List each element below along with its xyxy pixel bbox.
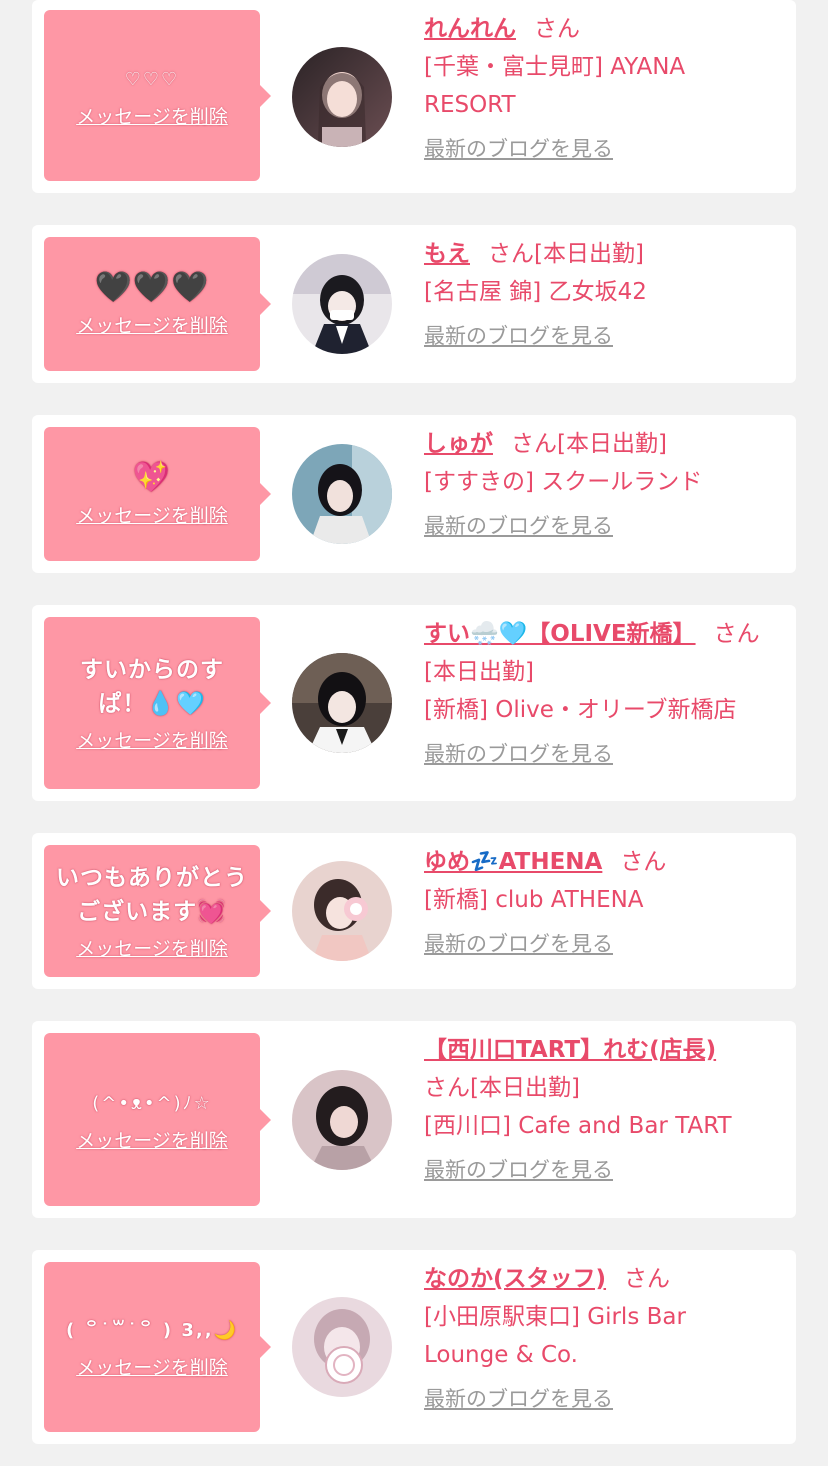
avatar[interactable]: [292, 46, 392, 147]
avatar[interactable]: [292, 1297, 392, 1397]
delete-message-link[interactable]: メッセージを削除: [76, 1356, 228, 1380]
cast-name-link[interactable]: もえ: [424, 241, 470, 267]
message-bubble: いつもありがとうございます💓 メッセージを削除: [44, 845, 271, 977]
cast-name-link[interactable]: すい🌨️🩵【OLIVE新橋】: [424, 621, 696, 647]
cast-name-link[interactable]: 【西川口TART】れむ(店長): [424, 1037, 716, 1063]
cast-name-link[interactable]: しゅが: [424, 431, 493, 457]
message-text: 🖤🖤🖤: [94, 270, 210, 305]
honorific: さん: [511, 431, 557, 457]
delete-message-link[interactable]: メッセージを削除: [76, 937, 228, 961]
avatar[interactable]: [292, 653, 392, 753]
message-card: 💖 メッセージを削除 しゅが さん[本日出勤] [すすきの] スクールランド 最新…: [32, 415, 796, 573]
shop-label: [西川口] Cafe and Bar TART: [424, 1113, 732, 1139]
shop-label: [新橋] club ATHENA: [424, 887, 644, 913]
avatar[interactable]: [292, 254, 392, 354]
honorific: さん: [620, 849, 667, 875]
cast-info: なのか(スタッフ) さん [小田原駅東口] Girls Bar Lounge & …: [424, 1260, 776, 1418]
honorific: さん: [488, 241, 534, 267]
message-card: ♡♡♡ メッセージを削除 れんれん さん [千葉・富士見町] AYANA RESO…: [32, 0, 796, 193]
delete-message-link[interactable]: メッセージを削除: [76, 504, 228, 528]
avatar[interactable]: [292, 444, 392, 544]
honorific: さん: [624, 1266, 671, 1292]
latest-blog-link[interactable]: 最新のブログを見る: [424, 925, 613, 963]
delete-message-link[interactable]: メッセージを削除: [76, 314, 228, 338]
honorific: さん: [534, 16, 580, 42]
attendance-status: [本日出勤]: [470, 1075, 580, 1101]
cast-info: もえ さん[本日出勤] [名古屋 錦] 乙女坂42 最新のブログを見る: [424, 235, 776, 355]
message-bubble: ♡♡♡ メッセージを削除: [44, 10, 271, 181]
cast-info: すい🌨️🩵【OLIVE新橋】 さん [本日出勤] [新橋] Olive・オリーブ新橋…: [424, 615, 776, 773]
message-text: ( ꒪˙꒳˙꒪ ) 3,,🌙: [65, 1320, 239, 1341]
cast-name-link[interactable]: れんれん: [424, 16, 516, 42]
message-bubble: すいからのすぱ！💧🩵 メッセージを削除: [44, 617, 271, 789]
shop-label: [すすきの] スクールランド: [424, 469, 703, 495]
shop-label: [名古屋 錦] 乙女坂42: [424, 279, 647, 305]
attendance-status: [本日出勤]: [424, 659, 534, 685]
shop-label: [新橋] Olive・オリーブ新橋店: [424, 697, 737, 723]
message-text: すいからのすぱ！💧🩵: [80, 657, 224, 717]
latest-blog-link[interactable]: 最新のブログを見る: [424, 507, 613, 545]
cast-name-link[interactable]: ゆめ💤ATHENA: [424, 849, 602, 875]
message-text: いつもありがとうございます💓: [56, 865, 248, 925]
avatar[interactable]: [292, 861, 392, 961]
cast-info: 【西川口TART】れむ(店長) さん[本日出勤] [西川口] Cafe and …: [424, 1031, 776, 1189]
delete-message-link[interactable]: メッセージを削除: [76, 105, 228, 129]
attendance-status: [本日出勤]: [557, 431, 667, 457]
cast-info: しゅが さん[本日出勤] [すすきの] スクールランド 最新のブログを見る: [424, 425, 776, 545]
latest-blog-link[interactable]: 最新のブログを見る: [424, 735, 613, 773]
shop-label: [小田原駅東口] Girls Bar Lounge & Co.: [424, 1304, 686, 1368]
message-text: (^•ᴥ•^)ﾉ☆: [92, 1092, 212, 1114]
message-text: ♡♡♡: [124, 68, 180, 90]
message-bubble: 💖 メッセージを削除: [44, 427, 271, 561]
latest-blog-link[interactable]: 最新のブログを見る: [424, 1151, 613, 1189]
message-bubble: 🖤🖤🖤 メッセージを削除: [44, 237, 271, 371]
message-text: 💖: [132, 460, 172, 495]
message-bubble: (^•ᴥ•^)ﾉ☆ メッセージを削除: [44, 1033, 271, 1206]
cast-name-link[interactable]: なのか(スタッフ): [424, 1266, 606, 1292]
delete-message-link[interactable]: メッセージを削除: [76, 1129, 228, 1153]
latest-blog-link[interactable]: 最新のブログを見る: [424, 317, 613, 355]
cast-info: れんれん さん [千葉・富士見町] AYANA RESORT 最新のブログを見る: [424, 10, 776, 168]
message-card: ( ꒪˙꒳˙꒪ ) 3,,🌙 メッセージを削除 なのか(スタッフ) さん [小田原…: [32, 1250, 796, 1444]
cast-info: ゆめ💤ATHENA さん [新橋] club ATHENA 最新のブログを見る: [424, 843, 776, 963]
message-card: いつもありがとうございます💓 メッセージを削除 ゆめ💤ATHENA さん [新橋]…: [32, 833, 796, 989]
avatar[interactable]: [292, 1069, 392, 1170]
attendance-status: [本日出勤]: [534, 241, 644, 267]
honorific: さん: [424, 1075, 470, 1101]
message-card: すいからのすぱ！💧🩵 メッセージを削除 すい🌨️🩵【OLIVE新橋】 さん [本日出…: [32, 605, 796, 801]
delete-message-link[interactable]: メッセージを削除: [76, 729, 228, 753]
message-bubble: ( ꒪˙꒳˙꒪ ) 3,,🌙 メッセージを削除: [44, 1262, 271, 1432]
message-list: ♡♡♡ メッセージを削除 れんれん さん [千葉・富士見町] AYANA RESO…: [0, 0, 828, 1466]
message-card: (^•ᴥ•^)ﾉ☆ メッセージを削除 【西川口TART】れむ(店長) さん[本日…: [32, 1021, 796, 1218]
latest-blog-link[interactable]: 最新のブログを見る: [424, 130, 613, 168]
honorific: さん: [713, 621, 760, 647]
latest-blog-link[interactable]: 最新のブログを見る: [424, 1380, 613, 1418]
shop-label: [千葉・富士見町] AYANA RESORT: [424, 54, 686, 118]
message-card: 🖤🖤🖤 メッセージを削除 もえ さん[本日出勤] [名古屋 錦] 乙女坂42 最新…: [32, 225, 796, 383]
